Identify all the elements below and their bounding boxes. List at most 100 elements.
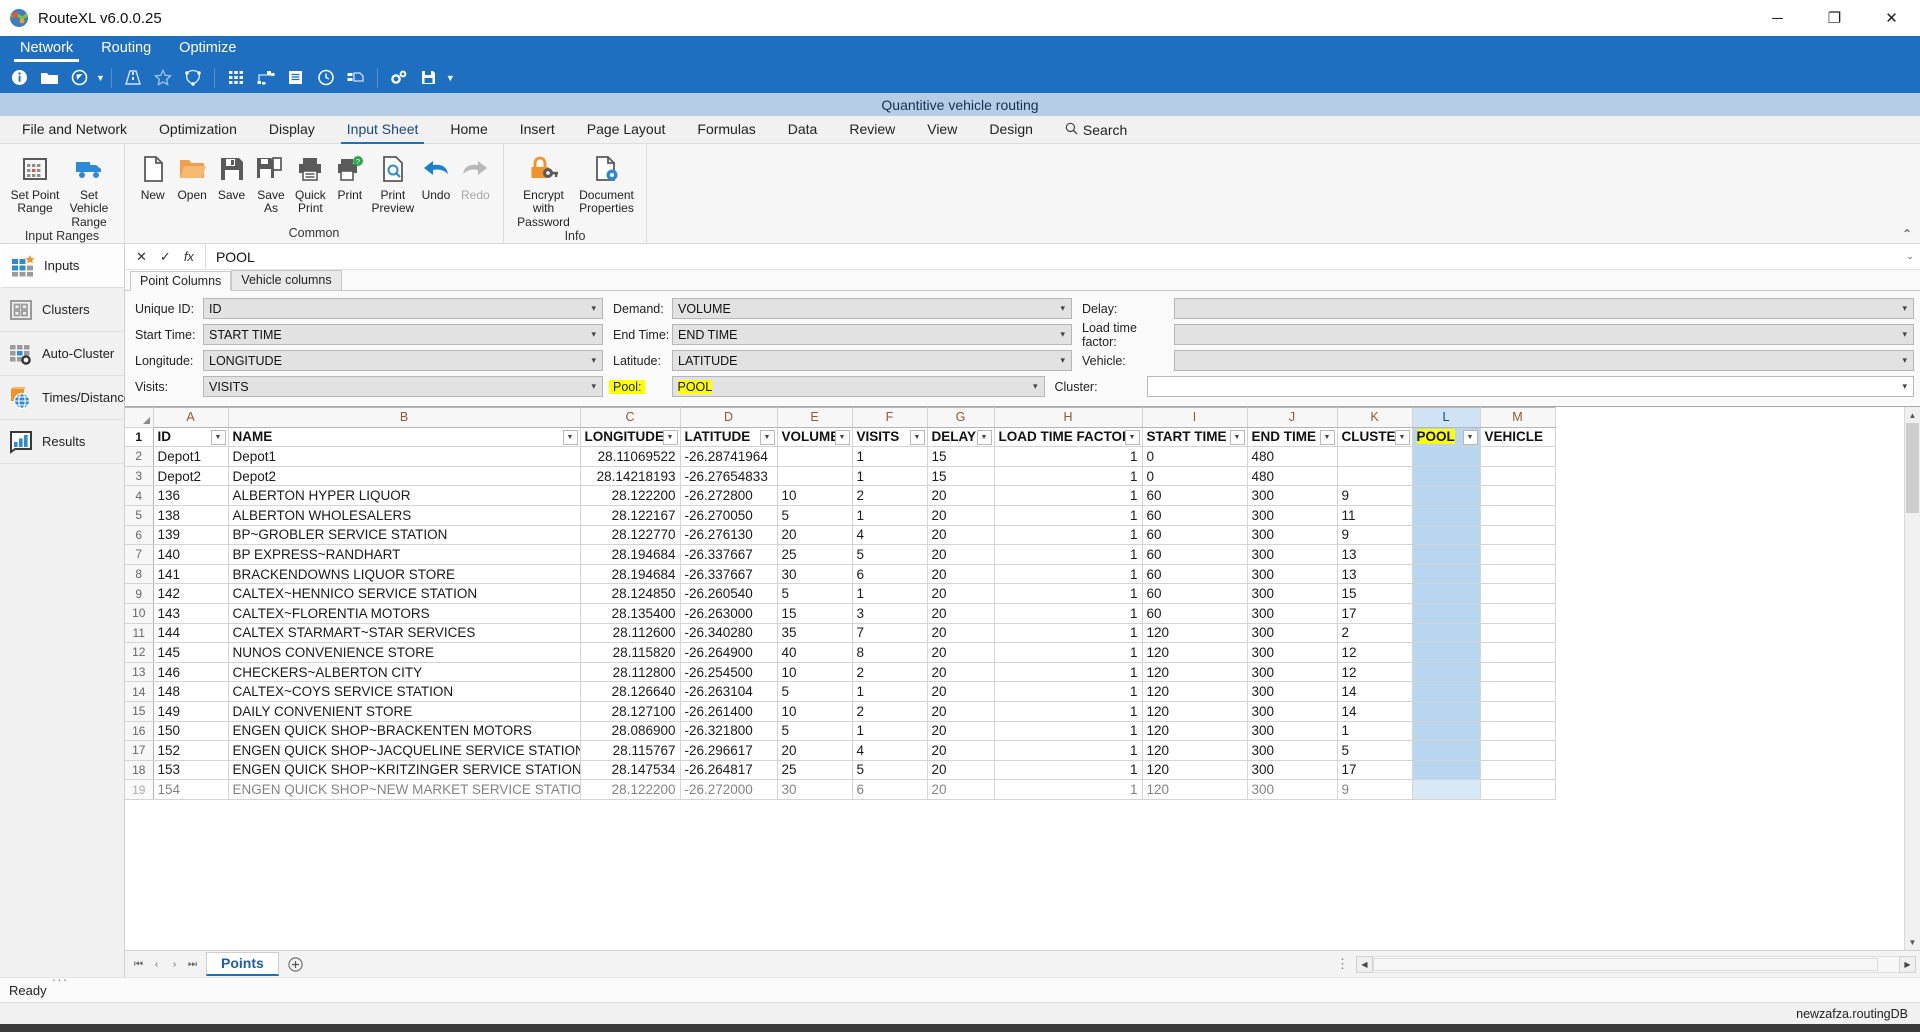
- cell-id[interactable]: Depot1: [153, 446, 229, 467]
- cell-name[interactable]: DAILY CONVENIENT STORE: [228, 701, 581, 722]
- cell-cluster[interactable]: 14: [1337, 701, 1413, 722]
- cell-volume[interactable]: 35: [777, 623, 853, 644]
- cell-name[interactable]: ENGEN QUICK SHOP~NEW MARKET SERVICE STAT…: [228, 779, 581, 800]
- cell-volume[interactable]: 25: [777, 544, 853, 565]
- cell-id[interactable]: 154: [153, 779, 229, 800]
- row-number[interactable]: 16: [125, 721, 154, 742]
- cell-id[interactable]: 140: [153, 544, 229, 565]
- col-letter-J[interactable]: J: [1247, 407, 1338, 428]
- cell-latitude[interactable]: -26.28741964: [680, 446, 778, 467]
- cell-vehicle[interactable]: [1480, 662, 1556, 683]
- cell-cluster[interactable]: 9: [1337, 485, 1413, 506]
- select-all-corner[interactable]: [125, 407, 154, 428]
- cell-latitude[interactable]: -26.272800: [680, 485, 778, 506]
- last-sheet-button[interactable]: ⏭: [184, 954, 201, 974]
- cell-load-time-factor[interactable]: 1: [994, 642, 1143, 663]
- cell-pool[interactable]: [1412, 583, 1481, 604]
- cell-longitude[interactable]: 28.194684: [580, 544, 681, 565]
- row-number[interactable]: 2: [125, 446, 154, 467]
- split-handle-dots[interactable]: ⋮: [1330, 956, 1356, 972]
- cell-start-time[interactable]: 120: [1142, 642, 1248, 663]
- filter-chevron-down-icon[interactable]: ▼: [562, 429, 578, 445]
- first-sheet-button[interactable]: ⏮: [130, 954, 147, 974]
- cell-load-time-factor[interactable]: 1: [994, 583, 1143, 604]
- menu-item-network[interactable]: Network: [6, 36, 87, 62]
- cell-start-time[interactable]: 60: [1142, 525, 1248, 546]
- document-properties-button[interactable]: Document Properties: [575, 149, 638, 216]
- cell-pool[interactable]: [1412, 681, 1481, 702]
- cell-pool[interactable]: [1412, 760, 1481, 781]
- filter-chevron-down-icon[interactable]: ▼: [759, 429, 775, 445]
- header-cell-longitude[interactable]: LONGITUDE ▼: [580, 427, 681, 448]
- cell-longitude[interactable]: 28.127100: [580, 701, 681, 722]
- cell-name[interactable]: BP~GROBLER SERVICE STATION: [228, 525, 581, 546]
- cell-delay[interactable]: 20: [927, 623, 995, 644]
- cell-cluster[interactable]: [1337, 466, 1413, 487]
- col-letter-M[interactable]: M: [1480, 407, 1556, 428]
- cell-name[interactable]: CALTEX~FLORENTIA MOTORS: [228, 603, 581, 624]
- set-vehicle-range-button[interactable]: Set Vehicle Range: [62, 149, 116, 229]
- cell-vehicle[interactable]: [1480, 505, 1556, 526]
- cell-longitude[interactable]: 28.112600: [580, 623, 681, 644]
- cell-visits[interactable]: 2: [852, 662, 928, 683]
- cell-pool[interactable]: [1412, 525, 1481, 546]
- cell-volume[interactable]: [777, 446, 853, 467]
- cell-start-time[interactable]: 120: [1142, 721, 1248, 742]
- cell-longitude[interactable]: 28.115820: [580, 642, 681, 663]
- cell-load-time-factor[interactable]: 1: [994, 603, 1143, 624]
- cell-longitude[interactable]: 28.122200: [580, 779, 681, 800]
- cell-pool[interactable]: [1412, 779, 1481, 800]
- formula-expand-chevron-down-icon[interactable]: ⌄: [1900, 244, 1920, 269]
- clock-icon[interactable]: [313, 65, 339, 91]
- unique-id-select[interactable]: ID ▾: [203, 298, 603, 319]
- cell-load-time-factor[interactable]: 1: [994, 760, 1143, 781]
- cell-visits[interactable]: 3: [852, 603, 928, 624]
- cell-vehicle[interactable]: [1480, 544, 1556, 565]
- row-number[interactable]: 19: [125, 779, 154, 800]
- filter-chevron-down-icon[interactable]: ▼: [909, 429, 925, 445]
- cell-volume[interactable]: 20: [777, 740, 853, 761]
- star-icon[interactable]: [150, 65, 176, 91]
- cell-pool[interactable]: [1412, 740, 1481, 761]
- cell-vehicle[interactable]: [1480, 603, 1556, 624]
- cell-volume[interactable]: 10: [777, 662, 853, 683]
- cell-name[interactable]: ALBERTON HYPER LIQUOR: [228, 485, 581, 506]
- filter-chevron-down-icon[interactable]: ▼: [1319, 429, 1335, 445]
- cell-longitude[interactable]: 28.135400: [580, 603, 681, 624]
- cell-pool[interactable]: [1412, 564, 1481, 585]
- road-icon[interactable]: [120, 65, 146, 91]
- cell-load-time-factor[interactable]: 1: [994, 681, 1143, 702]
- formula-cancel-icon[interactable]: ✕: [136, 249, 147, 265]
- cell-cluster[interactable]: 17: [1337, 760, 1413, 781]
- horizontal-scroll-track[interactable]: [1373, 955, 1899, 973]
- sidebar-item-auto-cluster[interactable]: Auto-Cluster: [0, 332, 124, 376]
- cell-cluster[interactable]: 2: [1337, 623, 1413, 644]
- cell-longitude[interactable]: 28.122770: [580, 525, 681, 546]
- cell-vehicle[interactable]: [1480, 642, 1556, 663]
- table-row[interactable]: 17 152 ENGEN QUICK SHOP~JACQUELINE SERVICE…: [125, 740, 1556, 761]
- col-letter-L[interactable]: L: [1412, 407, 1481, 428]
- col-letter-D[interactable]: D: [680, 407, 778, 428]
- table-row[interactable]: 15 149 DAILY CONVENIENT STORE 28.127100 -26.…: [125, 701, 1556, 722]
- cell-start-time[interactable]: 60: [1142, 603, 1248, 624]
- pool-select[interactable]: POOL ▾: [671, 376, 1045, 397]
- close-button[interactable]: ✕: [1863, 0, 1920, 36]
- scroll-left-button[interactable]: ◀: [1356, 955, 1373, 973]
- cell-delay[interactable]: 20: [927, 642, 995, 663]
- cell-vehicle[interactable]: [1480, 779, 1556, 800]
- scroll-down-button[interactable]: ▼: [1905, 934, 1920, 950]
- row-number[interactable]: 18: [125, 760, 154, 781]
- horizontal-scroll-thumb[interactable]: [1373, 957, 1878, 971]
- maximize-button[interactable]: ❐: [1806, 0, 1863, 36]
- cell-visits[interactable]: 2: [852, 701, 928, 722]
- cell-end-time[interactable]: 480: [1247, 466, 1338, 487]
- cell-volume[interactable]: 5: [777, 721, 853, 742]
- cell-load-time-factor[interactable]: 1: [994, 564, 1143, 585]
- filter-chevron-down-icon[interactable]: ▼: [1229, 429, 1245, 445]
- cell-name[interactable]: NUNOS CONVENIENCE STORE: [228, 642, 581, 663]
- print-preview-button[interactable]: Print Preview: [370, 149, 417, 216]
- filter-chevron-down-icon[interactable]: ▼: [210, 429, 226, 445]
- horizontal-scrollbar[interactable]: ◀ ▶: [1356, 955, 1916, 973]
- end-time-select[interactable]: END TIME ▾: [672, 324, 1072, 345]
- filter-chevron-down-icon[interactable]: ▼: [662, 429, 678, 445]
